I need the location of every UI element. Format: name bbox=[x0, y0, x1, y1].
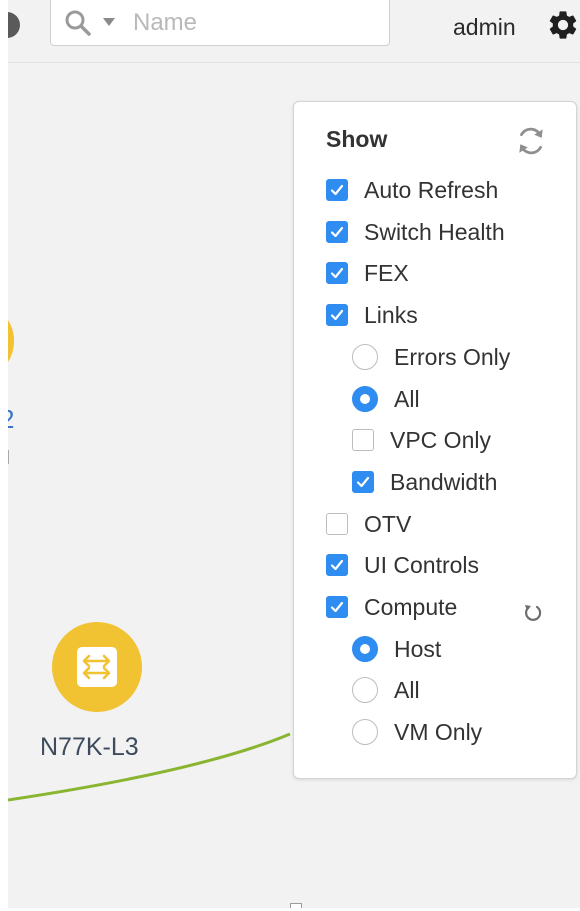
option-row[interactable]: Bandwidth bbox=[352, 467, 497, 497]
option-row[interactable]: Auto Refresh bbox=[326, 175, 498, 205]
checkbox[interactable] bbox=[326, 554, 348, 576]
option-label: All bbox=[394, 385, 420, 412]
option-label: All bbox=[394, 676, 420, 703]
topology-canvas[interactable]: 2 N77K-L3 admi bbox=[8, 0, 580, 908]
panel-title: Show bbox=[326, 126, 388, 152]
radio-button[interactable] bbox=[352, 386, 378, 412]
checkbox[interactable] bbox=[326, 221, 348, 243]
search-input[interactable] bbox=[131, 7, 375, 39]
option-row[interactable]: All bbox=[352, 384, 420, 414]
resize-handle[interactable] bbox=[290, 903, 302, 908]
switch-node-label: N77K-L3 bbox=[40, 733, 139, 761]
top-bar: admin bbox=[8, 0, 580, 63]
option-label: Links bbox=[364, 301, 418, 328]
checkbox[interactable] bbox=[352, 429, 374, 451]
radio-button[interactable] bbox=[352, 677, 378, 703]
checkbox[interactable] bbox=[326, 596, 348, 618]
option-label: VM Only bbox=[394, 718, 483, 745]
option-row[interactable]: VPC Only bbox=[352, 425, 491, 455]
chevron-down-icon[interactable] bbox=[103, 18, 115, 26]
option-label: OTV bbox=[364, 510, 412, 537]
option-label: Errors Only bbox=[394, 343, 511, 370]
option-row[interactable]: Links bbox=[326, 300, 418, 330]
option-row[interactable]: Compute bbox=[326, 592, 457, 622]
app-menu-icon[interactable] bbox=[8, 12, 20, 38]
option-row[interactable]: Errors Only bbox=[352, 342, 510, 372]
show-options-panel: Show Auto Refresh Switch Health FEX Links Er… bbox=[293, 101, 577, 779]
option-label: UI Controls bbox=[364, 551, 480, 578]
option-row[interactable]: All bbox=[352, 675, 420, 705]
search-box[interactable] bbox=[50, 0, 390, 46]
compute-refresh-icon[interactable] bbox=[522, 602, 544, 624]
option-row[interactable]: Switch Health bbox=[326, 217, 505, 247]
option-label: Host bbox=[394, 635, 442, 662]
refresh-icon[interactable] bbox=[514, 124, 548, 158]
gear-icon[interactable] bbox=[546, 8, 580, 42]
option-label: Compute bbox=[364, 593, 458, 620]
switch-node[interactable] bbox=[52, 622, 142, 712]
checkbox[interactable] bbox=[326, 179, 348, 201]
username[interactable]: admin bbox=[453, 14, 516, 41]
search-icon[interactable] bbox=[65, 10, 91, 36]
radio-button[interactable] bbox=[352, 719, 378, 745]
option-label: Bandwidth bbox=[390, 468, 498, 495]
checkbox[interactable] bbox=[326, 513, 348, 535]
radio-button[interactable] bbox=[352, 636, 378, 662]
partial-node-label: 2 bbox=[8, 404, 14, 435]
option-row[interactable]: UI Controls bbox=[326, 550, 479, 580]
option-label: Auto Refresh bbox=[364, 176, 499, 203]
radio-button[interactable] bbox=[352, 344, 378, 370]
option-label: VPC Only bbox=[390, 426, 491, 453]
option-row[interactable]: VM Only bbox=[352, 717, 482, 747]
option-label: FEX bbox=[364, 259, 409, 286]
option-label: Switch Health bbox=[364, 218, 505, 245]
checkbox[interactable] bbox=[326, 304, 348, 326]
partial-node-marker bbox=[8, 450, 9, 464]
checkbox[interactable] bbox=[352, 471, 374, 493]
option-row[interactable]: Host bbox=[352, 634, 441, 664]
switch-icon bbox=[77, 647, 117, 687]
option-row[interactable]: FEX bbox=[326, 258, 409, 288]
checkbox[interactable] bbox=[326, 262, 348, 284]
option-row[interactable]: OTV bbox=[326, 509, 411, 539]
